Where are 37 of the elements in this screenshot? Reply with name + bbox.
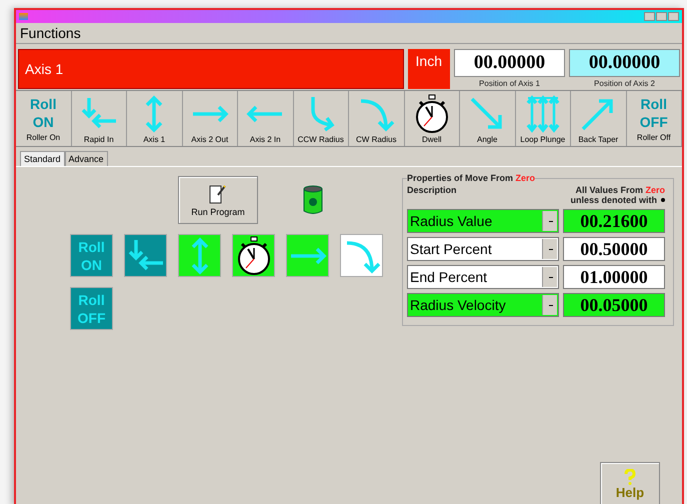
move-tile[interactable] [124, 234, 167, 277]
roll-label: Roll ON [29, 95, 58, 132]
move-tile[interactable] [286, 234, 329, 277]
group-title: Properties of Move From Zero [407, 173, 536, 183]
menu-item[interactable]: Functions [20, 25, 81, 41]
position-label: Position of Axis 1 [479, 78, 540, 89]
document-pencil-icon [209, 183, 227, 205]
property-dropdown[interactable]: Start Percent [407, 237, 559, 261]
value-field[interactable]: 00.50000 [563, 237, 665, 261]
roll-label: Roll ON [77, 238, 106, 274]
question-mark-icon [622, 468, 638, 484]
roll-label: Roll OFF [76, 290, 106, 328]
barrel-icon [302, 184, 324, 216]
move-tile[interactable] [340, 234, 383, 277]
tab[interactable]: Standard [20, 151, 65, 166]
value-field[interactable]: 00.21600 [563, 209, 665, 233]
unit-label: Inch [408, 49, 450, 89]
property-dropdown[interactable]: End Percent [407, 265, 559, 289]
note-text: unless denoted with [570, 195, 657, 205]
toolbar-button[interactable]: Roll ON Roller On [16, 91, 72, 146]
position-display: 00.00000 [569, 49, 680, 77]
value-field[interactable]: 00.05000 [563, 293, 665, 317]
property-dropdown[interactable]: Radius Value [407, 209, 559, 233]
tab[interactable]: Advance [64, 151, 108, 166]
note-text: All Values From Zero [575, 185, 665, 195]
position-label: Position of Axis 2 [594, 78, 655, 89]
move-tile[interactable] [232, 234, 275, 277]
move-tile[interactable] [178, 234, 221, 277]
dot-icon [661, 198, 665, 202]
value-field[interactable]: 01.00000 [563, 265, 665, 289]
property-dropdown[interactable]: Radius Velocity [407, 293, 559, 317]
run-program-button[interactable]: Run Program [178, 176, 258, 224]
position-display: 00.00000 [454, 49, 565, 77]
axis-name-bar: Axis 1 [18, 49, 404, 89]
description-header: Description [407, 185, 457, 197]
roll-label: Roll OFF [638, 95, 669, 132]
app-icon [19, 13, 28, 20]
